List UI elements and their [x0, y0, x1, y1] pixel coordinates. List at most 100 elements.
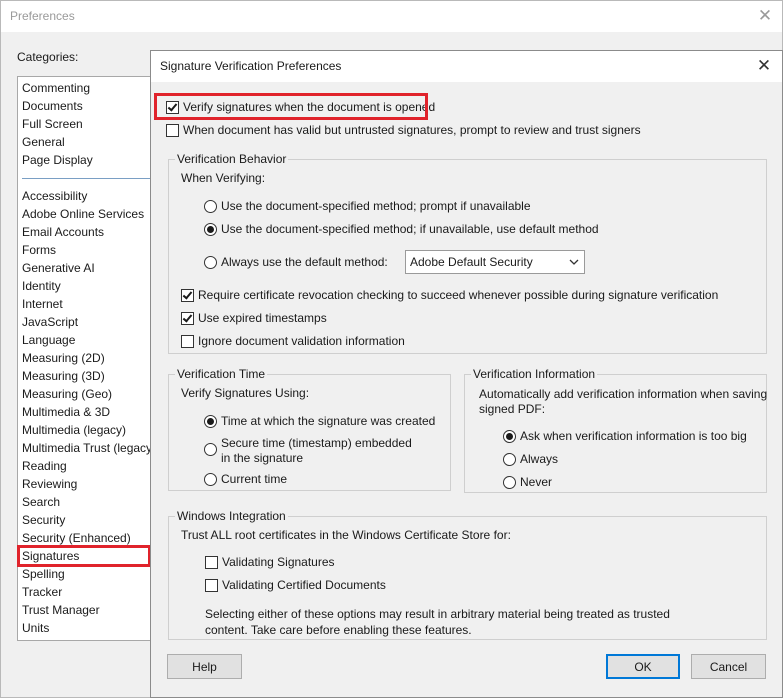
method-option-always-default-label: Always use the default method:: [221, 255, 388, 269]
category-item-general[interactable]: General: [22, 134, 65, 151]
verification-behavior-title: Verification Behavior: [175, 152, 289, 166]
radio-circle[interactable]: [204, 443, 217, 456]
category-item-internet[interactable]: Internet: [22, 296, 63, 313]
category-item-accessibility[interactable]: Accessibility: [22, 188, 87, 205]
checkbox-box[interactable]: [205, 556, 218, 569]
validating-signatures-checkbox[interactable]: Validating Signatures: [205, 555, 335, 570]
validating-certified-docs-checkbox[interactable]: Validating Certified Documents: [205, 578, 386, 593]
validating-signatures-label: Validating Signatures: [222, 555, 335, 569]
method-option-default-fallback-label: Use the document-specified method; if un…: [221, 222, 599, 236]
checkbox-box[interactable]: [181, 335, 194, 348]
checkbox-box[interactable]: [181, 312, 194, 325]
ignore-validation-info-checkbox[interactable]: Ignore document validation information: [181, 334, 405, 349]
always-radio[interactable]: Always: [503, 452, 558, 467]
category-item-adobe-online-services[interactable]: Adobe Online Services: [22, 206, 144, 223]
radio-circle[interactable]: [503, 453, 516, 466]
radio-circle[interactable]: [204, 256, 217, 269]
preferences-titlebar: Preferences ✕: [1, 1, 782, 32]
default-method-value: Adobe Default Security: [410, 255, 533, 269]
category-item-multimedia-3d[interactable]: Multimedia & 3D: [22, 404, 110, 421]
ignore-validation-info-label: Ignore document validation information: [198, 334, 405, 348]
prompt-untrusted-checkbox[interactable]: When document has valid but untrusted si…: [166, 123, 641, 138]
category-item-units[interactable]: Units: [22, 620, 49, 637]
radio-circle[interactable]: [204, 223, 217, 236]
validating-certified-docs-label: Validating Certified Documents: [222, 578, 386, 592]
checkmark-icon: [182, 289, 193, 300]
radio-dot: [506, 433, 513, 440]
ok-button[interactable]: OK: [606, 654, 680, 679]
never-label: Never: [520, 475, 553, 489]
category-item-javascript[interactable]: JavaScript: [22, 314, 78, 331]
preferences-close-icon[interactable]: ✕: [754, 5, 776, 27]
revocation-checking-label: Require certificate revocation checking …: [198, 288, 719, 302]
expired-timestamps-checkbox[interactable]: Use expired timestamps: [181, 311, 327, 326]
when-verifying-label: When Verifying:: [181, 171, 266, 185]
category-item-forms[interactable]: Forms: [22, 242, 56, 259]
category-item-multimedia-legacy[interactable]: Multimedia (legacy): [22, 422, 126, 439]
checkbox-box[interactable]: [181, 289, 194, 302]
selected-category-highlight: [17, 545, 151, 567]
preferences-title: Preferences: [10, 9, 75, 23]
method-option-prompt-label: Use the document-specified method; promp…: [221, 199, 531, 213]
category-item-measuring-geo[interactable]: Measuring (Geo): [22, 386, 112, 403]
radio-circle[interactable]: [204, 200, 217, 213]
secure-time-label-line2: in the signature: [221, 451, 304, 465]
chevron-down-icon[interactable]: [565, 252, 583, 272]
radio-circle[interactable]: [503, 430, 516, 443]
current-time-radio[interactable]: Current time: [204, 472, 287, 487]
category-item-language[interactable]: Language: [22, 332, 75, 349]
windows-integration-warning-line2: content. Take care before enabling these…: [205, 623, 472, 637]
expired-timestamps-label: Use expired timestamps: [198, 311, 327, 325]
checkmark-icon: [182, 312, 193, 323]
category-item-trust-manager[interactable]: Trust Manager: [22, 602, 100, 619]
ask-when-too-big-radio[interactable]: Ask when verification information is too…: [503, 429, 747, 444]
category-item-tracker[interactable]: Tracker: [22, 584, 62, 601]
windows-integration-warning-line1: Selecting either of these options may re…: [205, 607, 670, 621]
method-option-always-default-radio[interactable]: Always use the default method:: [204, 255, 388, 270]
secure-time-radio[interactable]: [204, 443, 221, 456]
category-item-measuring-2d[interactable]: Measuring (2D): [22, 350, 105, 367]
category-item-identity[interactable]: Identity: [22, 278, 61, 295]
verify-on-open-highlight: [154, 93, 428, 120]
signature-verification-dialog: Signature Verification Preferences ✕ Ver…: [150, 50, 783, 698]
verification-information-title: Verification Information: [471, 367, 598, 381]
category-item-reading[interactable]: Reading: [22, 458, 67, 475]
radio-circle[interactable]: [204, 473, 217, 486]
always-label: Always: [520, 452, 559, 466]
default-method-dropdown[interactable]: Adobe Default Security: [405, 250, 585, 274]
category-item-spelling[interactable]: Spelling: [22, 566, 65, 583]
dialog-titlebar: Signature Verification Preferences ✕: [151, 51, 782, 82]
category-divider: [22, 178, 152, 179]
revocation-checking-checkbox[interactable]: Require certificate revocation checking …: [181, 288, 718, 303]
category-item-documents[interactable]: Documents: [22, 98, 83, 115]
windows-integration-description: Trust ALL root certificates in the Windo…: [181, 528, 511, 542]
category-item-full-screen[interactable]: Full Screen: [22, 116, 83, 133]
method-option-prompt-radio[interactable]: Use the document-specified method; promp…: [204, 199, 531, 214]
prompt-untrusted-label: When document has valid but untrusted si…: [183, 123, 641, 137]
dialog-close-icon[interactable]: ✕: [753, 55, 775, 77]
radio-circle[interactable]: [204, 415, 217, 428]
cancel-button[interactable]: Cancel: [691, 654, 766, 679]
verify-signatures-using-label: Verify Signatures Using:: [181, 386, 310, 400]
ask-when-too-big-label: Ask when verification information is too…: [520, 429, 747, 443]
category-item-commenting[interactable]: Commenting: [22, 80, 90, 97]
checkbox-box[interactable]: [166, 124, 179, 137]
category-item-generative-ai[interactable]: Generative AI: [22, 260, 95, 277]
category-item-reviewing[interactable]: Reviewing: [22, 476, 77, 493]
radio-circle[interactable]: [503, 476, 516, 489]
category-item-page-display[interactable]: Page Display: [22, 152, 93, 169]
category-item-security[interactable]: Security: [22, 512, 65, 529]
time-created-radio[interactable]: Time at which the signature was created: [204, 414, 435, 429]
help-button[interactable]: Help: [167, 654, 242, 679]
radio-dot: [207, 226, 214, 233]
windows-integration-title: Windows Integration: [175, 509, 288, 523]
category-item-email-accounts[interactable]: Email Accounts: [22, 224, 104, 241]
verification-time-title: Verification Time: [175, 367, 268, 381]
checkbox-box[interactable]: [205, 579, 218, 592]
method-option-default-fallback-radio[interactable]: Use the document-specified method; if un…: [204, 222, 599, 237]
category-item-search[interactable]: Search: [22, 494, 60, 511]
never-radio[interactable]: Never: [503, 475, 552, 490]
category-item-measuring-3d[interactable]: Measuring (3D): [22, 368, 105, 385]
secure-time-label-line1: Secure time (timestamp) embedded: [221, 436, 412, 450]
category-item-multimedia-trust[interactable]: Multimedia Trust (legacy): [22, 440, 156, 457]
